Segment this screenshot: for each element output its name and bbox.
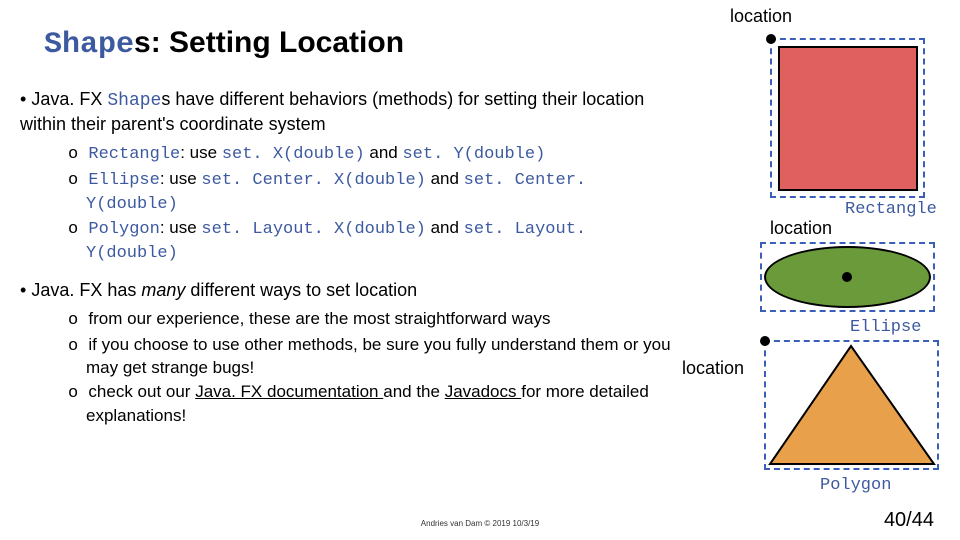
javafx-doc-link[interactable]: Java. FX documentation <box>195 382 383 401</box>
rect-location-dot <box>766 34 776 44</box>
shapes-diagram: location Rectangle location Ellipse loca… <box>680 0 960 540</box>
rectangle-label: Rectangle <box>845 200 937 219</box>
ellipse-label: Ellipse <box>850 318 921 337</box>
title-plain: s: Setting Location <box>134 26 404 59</box>
rectangle-shape <box>778 46 918 191</box>
polygon-label: Polygon <box>820 476 891 495</box>
sub-1b: Ellipse: use set. Center. X(double) and … <box>68 168 680 216</box>
bullet-2: Java. FX has many different ways to set … <box>20 279 680 427</box>
bullet-1: Java. FX Shapes have different behaviors… <box>20 88 680 265</box>
content-body: Java. FX Shapes have different behaviors… <box>20 88 680 441</box>
polygon-location-dot <box>760 336 770 346</box>
page-number: 40/44 <box>884 509 934 532</box>
polygon-shape <box>764 340 939 470</box>
sub-1c: Polygon: use set. Layout. X(double) and … <box>68 217 680 265</box>
footer-credit: Andries van Dam © 2019 10/3/19 <box>421 519 539 528</box>
page-title: Shapes: Setting Location <box>44 26 404 62</box>
polygon-location-label: location <box>682 358 744 379</box>
sub-2a: from our experience, these are the most … <box>68 308 680 332</box>
ellipse-location-dot <box>842 272 852 282</box>
title-code: Shape <box>44 28 134 62</box>
rect-location-label: location <box>730 6 792 27</box>
sub-2c: check out our Java. FX documentation and… <box>68 381 680 427</box>
sub-2b: if you choose to use other methods, be s… <box>68 334 680 380</box>
ellipse-location-label: location <box>770 218 832 239</box>
javadocs-link[interactable]: Javadocs <box>445 382 522 401</box>
sub-1a: Rectangle: use set. X(double) and set. Y… <box>68 142 680 166</box>
